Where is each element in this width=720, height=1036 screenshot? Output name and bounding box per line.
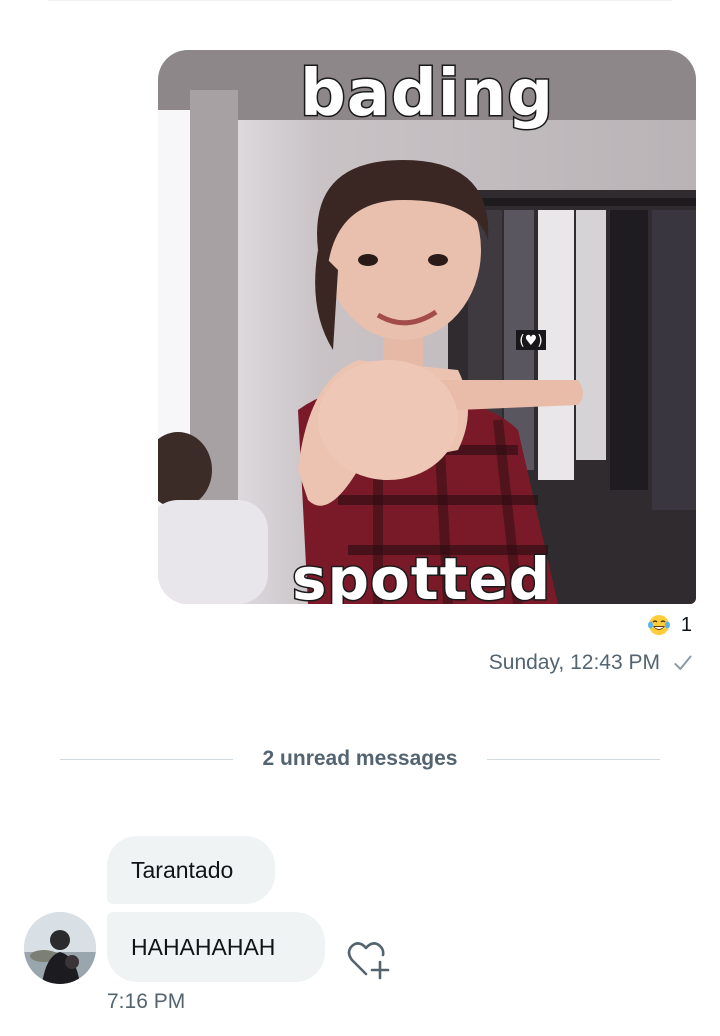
sent-message-meta: Sunday, 12:43 PM <box>489 650 696 676</box>
divider-line-left <box>60 758 233 760</box>
received-timestamp: 7:16 PM <box>107 990 186 1013</box>
sent-timestamp: Sunday, 12:43 PM <box>488 651 660 674</box>
meme-caption-top: bading <box>298 57 555 131</box>
message-reaction[interactable]: 1 <box>647 612 692 638</box>
received-message-bubble[interactable]: HAHAHAHAH <box>107 912 325 982</box>
message-text: HAHAHAHAH <box>131 933 276 960</box>
unread-messages-label: 2 unread messages <box>262 747 458 770</box>
unread-messages-divider: 2 unread messages <box>60 744 660 774</box>
sent-image-message[interactable]: (♥) bading spotted <box>158 50 696 604</box>
add-reaction-heart-icon[interactable] <box>344 938 392 982</box>
face-with-tears-of-joy-icon <box>647 615 670 635</box>
sent-check-icon <box>674 655 692 670</box>
divider-line-right <box>487 758 660 760</box>
message-text: Tarantado <box>131 856 234 883</box>
meme-photo: (♥) <box>158 50 696 604</box>
sender-avatar[interactable] <box>24 912 96 984</box>
top-divider <box>48 0 672 1</box>
svg-text:(♥): (♥) <box>519 333 542 349</box>
received-message-bubble[interactable]: Tarantado <box>107 836 275 904</box>
meme-caption-bottom: spotted <box>291 545 552 605</box>
reaction-count: 1 <box>680 613 692 636</box>
avatar-photo <box>24 912 96 984</box>
